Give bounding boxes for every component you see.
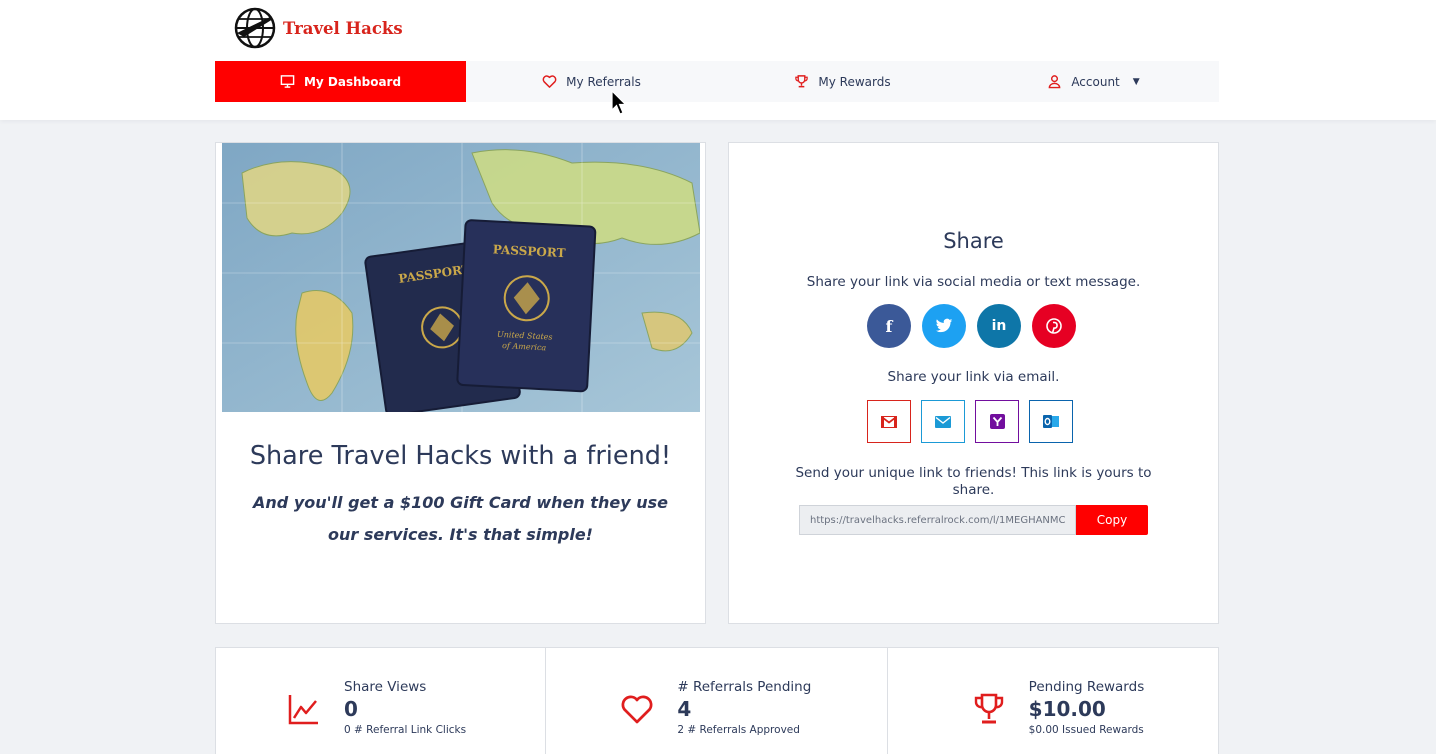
referral-link-input[interactable] <box>799 505 1076 535</box>
stat-pending-rewards: Pending Rewards $10.00 $0.00 Issued Rewa… <box>888 648 1218 754</box>
outlook-icon <box>1043 415 1059 428</box>
gmail-icon <box>881 415 897 428</box>
mail-icon <box>935 415 951 428</box>
email-buttons <box>867 400 1073 443</box>
nav-label: My Rewards <box>818 74 891 89</box>
yahoo-button[interactable] <box>975 400 1019 443</box>
promo-subtitle: And you'll get a $100 Gift Card when the… <box>253 493 668 544</box>
pinterest-button[interactable] <box>1032 304 1076 348</box>
stats-panel: Share Views 0 0 # Referral Link Clicks #… <box>215 647 1219 754</box>
nav-my-referrals[interactable]: My Referrals <box>466 61 717 102</box>
nav-label: My Referrals <box>566 74 641 89</box>
stat-label: Pending Rewards <box>1028 679 1145 695</box>
stat-referrals-pending: # Referrals Pending 4 2 # Referrals Appr… <box>546 648 888 754</box>
facebook-button[interactable]: f <box>867 304 911 348</box>
line-chart-icon <box>288 695 318 725</box>
stat-value: 0 <box>344 697 358 721</box>
stat-value: 4 <box>677 697 692 721</box>
main-nav: My Dashboard My Referrals My Rewards Acc… <box>215 61 1219 102</box>
stat-label: # Referrals Pending <box>677 679 812 695</box>
promo-card: PASSPORT PASSPORT United States of Ameri… <box>215 142 706 624</box>
passport-map-image: PASSPORT PASSPORT United States of Ameri… <box>222 143 700 412</box>
stat-value: $10.00 <box>1028 697 1106 721</box>
facebook-icon: f <box>885 316 893 336</box>
twitter-button[interactable] <box>922 304 966 348</box>
header: Travel Hacks My Dashboard My Referrals M… <box>0 0 1436 120</box>
chevron-down-icon: ▼ <box>1132 76 1140 87</box>
nav-label: Account <box>1071 74 1120 89</box>
heart-icon <box>621 695 653 724</box>
stat-sub: 0 # Referral Link Clicks <box>344 724 467 736</box>
pinterest-icon <box>1046 318 1062 334</box>
gmail-button[interactable] <box>867 400 911 443</box>
linkedin-icon: in <box>991 318 1007 334</box>
share-card: Share Share your link via social media o… <box>728 142 1219 624</box>
outlook-button[interactable] <box>1029 400 1073 443</box>
nav-my-dashboard[interactable]: My Dashboard <box>215 61 466 102</box>
user-icon <box>1048 75 1061 89</box>
share-email-text: Share your link via email. <box>887 369 1060 385</box>
stat-share-views: Share Views 0 0 # Referral Link Clicks <box>216 648 547 754</box>
share-title: Share <box>943 229 1004 253</box>
heart-icon <box>542 75 557 88</box>
social-buttons: f in <box>867 304 1076 348</box>
link-row: Copy <box>799 505 1148 535</box>
brand-name: Travel Hacks <box>283 18 403 38</box>
nav-label: My Dashboard <box>303 74 402 89</box>
yahoo-icon <box>989 414 1005 429</box>
nav-account[interactable]: Account ▼ <box>968 61 1219 102</box>
promo-title: Share Travel Hacks with a friend! <box>249 441 672 471</box>
stat-sub: $0.00 Issued Rewards <box>1028 724 1144 736</box>
twitter-icon <box>935 318 953 333</box>
email-button[interactable] <box>921 400 965 443</box>
linkedin-button[interactable]: in <box>977 304 1021 348</box>
stat-sub: 2 # Referrals Approved <box>677 724 800 736</box>
stat-label: Share Views <box>344 679 427 695</box>
monitor-icon <box>280 75 295 88</box>
globe-icon <box>234 7 276 49</box>
logo[interactable]: Travel Hacks <box>234 7 403 49</box>
copy-button[interactable]: Copy <box>1076 505 1148 535</box>
share-social-text: Share your link via social media or text… <box>806 274 1141 290</box>
mouse-cursor-icon <box>611 90 627 115</box>
unique-link-text: Send your unique link to friends! This l… <box>795 465 1152 498</box>
nav-my-rewards[interactable]: My Rewards <box>717 61 968 102</box>
trophy-icon <box>795 75 809 88</box>
trophy-icon <box>974 693 1003 724</box>
